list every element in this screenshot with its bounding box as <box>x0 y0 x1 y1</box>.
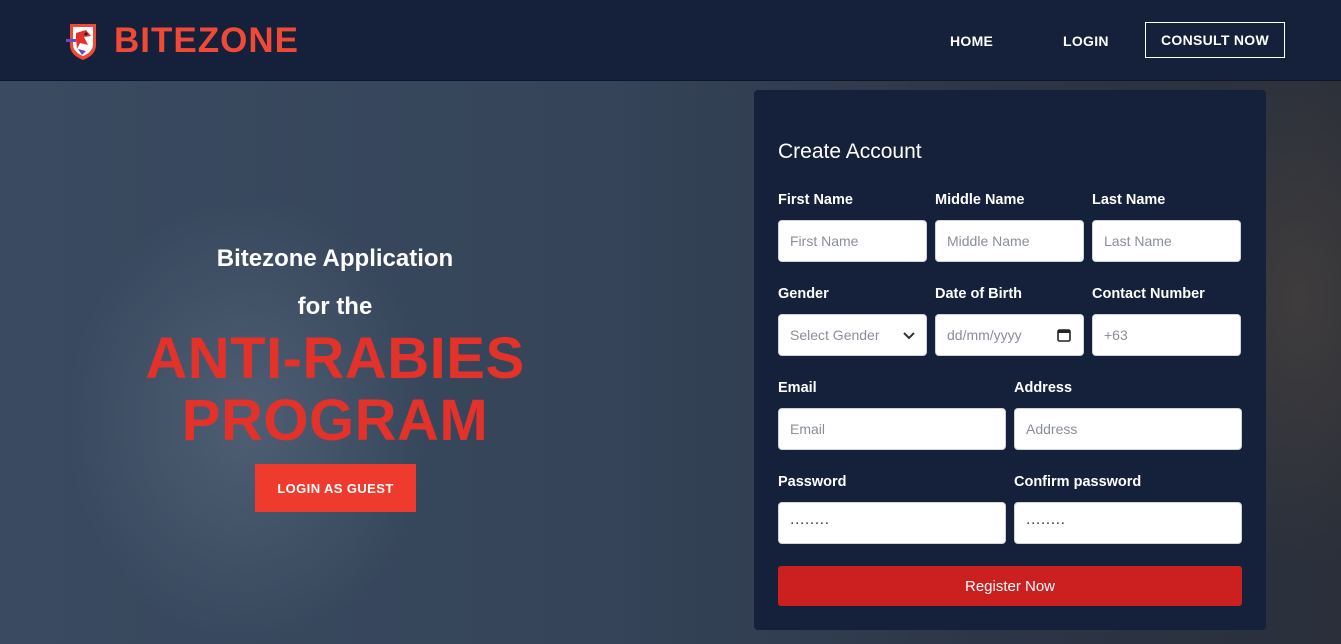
consult-now-button[interactable]: CONSULT NOW <box>1145 22 1285 58</box>
confirm-password-input[interactable]: ........ <box>1014 502 1242 544</box>
nav-login-link[interactable]: LOGIN <box>1063 33 1109 49</box>
bitezone-logo-icon <box>66 24 96 60</box>
last-name-group: Last Name Last Name <box>1092 192 1241 262</box>
first-name-label: First Name <box>778 192 853 208</box>
password-group: Password ........ <box>778 474 1006 544</box>
contact-label: Contact Number <box>1092 286 1205 302</box>
brand-name: BITEZONE <box>114 21 299 60</box>
form-title: Create Account <box>778 140 922 163</box>
middle-name-input[interactable]: Middle Name <box>935 220 1084 262</box>
middle-name-group: Middle Name Middle Name <box>935 192 1084 262</box>
last-name-input[interactable]: Last Name <box>1092 220 1241 262</box>
register-now-button[interactable]: Register Now <box>778 566 1242 606</box>
hero-title-line-2: PROGRAM <box>181 388 489 453</box>
login-as-guest-button[interactable]: LOGIN AS GUEST <box>255 464 416 512</box>
confirm-password-group: Confirm password ........ <box>1014 474 1242 544</box>
create-account-form: Create Account First Name First Name Mid… <box>754 90 1266 630</box>
dob-group: Date of Birth dd/mm/yyyy <box>935 286 1084 356</box>
hero-title-line-1: ANTI-RABIES <box>145 326 525 391</box>
calendar-icon[interactable] <box>1057 328 1071 342</box>
confirm-password-label: Confirm password <box>1014 474 1142 490</box>
password-input[interactable]: ........ <box>778 502 1006 544</box>
navbar: BITEZONE HOME LOGIN CONSULT NOW <box>0 0 1341 81</box>
dob-label: Date of Birth <box>935 286 1022 302</box>
brand[interactable]: BITEZONE <box>64 20 299 62</box>
gender-group: Gender Select Gender <box>778 286 927 356</box>
first-name-group: First Name First Name <box>778 192 927 262</box>
gender-select[interactable]: Select Gender <box>778 314 927 356</box>
hero-subtitle: Bitezone Application <box>216 245 454 272</box>
nav-home-link[interactable]: HOME <box>950 33 993 49</box>
password-label: Password <box>778 474 847 490</box>
email-input[interactable]: Email <box>778 408 1006 450</box>
gender-label: Gender <box>778 286 829 302</box>
password-dots: ........ <box>790 511 830 528</box>
middle-name-label: Middle Name <box>935 192 1025 208</box>
dob-input[interactable]: dd/mm/yyyy <box>935 314 1084 356</box>
email-group: Email Email <box>778 380 1006 450</box>
contact-input[interactable]: +63 <box>1092 314 1241 356</box>
confirm-password-dots: ........ <box>1026 511 1066 528</box>
chevron-down-icon <box>903 332 915 340</box>
hero-subtitle-2: for the <box>297 293 373 320</box>
hero-text: Bitezone Application for the ANTI-RABIES… <box>100 240 570 450</box>
address-input[interactable]: Address <box>1014 408 1242 450</box>
dob-placeholder: dd/mm/yyyy <box>947 327 1022 343</box>
address-label: Address <box>1014 380 1073 396</box>
first-name-input[interactable]: First Name <box>778 220 927 262</box>
email-label: Email <box>778 380 817 396</box>
contact-group: Contact Number +63 <box>1092 286 1241 356</box>
last-name-label: Last Name <box>1092 192 1166 208</box>
gender-select-value: Select Gender <box>790 327 880 343</box>
address-group: Address Address <box>1014 380 1242 450</box>
